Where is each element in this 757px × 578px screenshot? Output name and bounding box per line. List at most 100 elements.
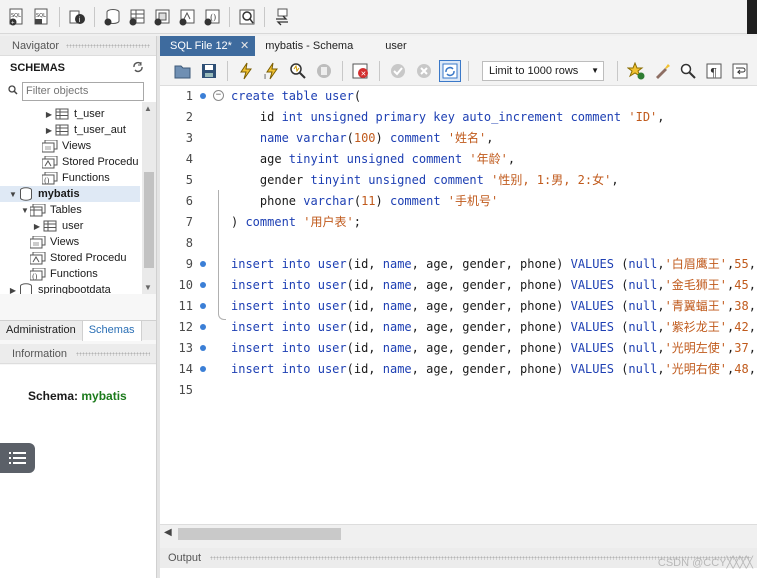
collapse-arrow-icon[interactable]: ▶ bbox=[32, 222, 42, 231]
toolbar-separator bbox=[617, 60, 618, 81]
code-text: create table user( bbox=[231, 89, 362, 103]
expand-arrow-icon[interactable]: ▼ bbox=[20, 206, 30, 215]
code-line[interactable]: 15 bbox=[160, 380, 757, 401]
refresh-schemas-icon[interactable] bbox=[132, 61, 144, 76]
tree-item[interactable]: ▶ springbootdata bbox=[0, 282, 111, 294]
autocommit-icon[interactable] bbox=[439, 59, 461, 82]
inspector-icon[interactable]: i bbox=[66, 6, 88, 28]
tree-item[interactable]: ▶ t_user_aut bbox=[0, 122, 126, 138]
scroll-thumb[interactable] bbox=[144, 172, 154, 268]
window-edge bbox=[747, 0, 757, 34]
panel-grip[interactable] bbox=[76, 352, 150, 356]
tab-administration[interactable]: Administration bbox=[0, 321, 82, 341]
code-line[interactable]: 1 − create table user( bbox=[160, 86, 757, 107]
find-icon[interactable] bbox=[677, 60, 699, 82]
chevron-down-icon: ▼ bbox=[591, 65, 599, 75]
tree-item[interactable]: ▶ t_user bbox=[0, 106, 105, 122]
open-sql-file-icon[interactable]: SQL bbox=[31, 6, 53, 28]
floating-menu-button[interactable] bbox=[0, 443, 35, 473]
panel-grip[interactable] bbox=[66, 44, 150, 48]
tree-item[interactable]: () Functions bbox=[0, 170, 110, 186]
svg-text:(): () bbox=[32, 273, 38, 281]
close-tab-icon[interactable]: ✕ bbox=[240, 36, 249, 56]
tree-item[interactable]: Views bbox=[0, 234, 79, 250]
beautify-icon[interactable] bbox=[651, 60, 673, 82]
tree-item[interactable]: ▼ mybatis bbox=[0, 186, 140, 202]
execute-icon[interactable] bbox=[235, 60, 257, 82]
database-icon bbox=[18, 283, 34, 294]
editor-tab-bar: SQL File 12* ✕ mybatis - Schema user bbox=[160, 36, 757, 56]
code-text: ) comment '用户表'; bbox=[231, 215, 361, 229]
code-line[interactable]: 10 insert into user(id, name, age, gender… bbox=[160, 275, 757, 296]
tab-schema[interactable]: mybatis - Schema bbox=[255, 36, 364, 56]
navigator-title: Navigator bbox=[12, 40, 60, 52]
explain-icon[interactable] bbox=[287, 60, 309, 82]
filter-objects-input[interactable] bbox=[22, 81, 144, 101]
execute-current-icon[interactable]: I bbox=[261, 60, 283, 82]
collapse-arrow-icon[interactable]: ▶ bbox=[44, 110, 54, 119]
statement-marker-icon bbox=[200, 93, 206, 99]
collapse-arrow-icon[interactable]: ▶ bbox=[8, 286, 18, 295]
create-schema-icon[interactable] bbox=[101, 6, 123, 28]
tree-item[interactable]: ▼ Tables bbox=[0, 202, 82, 218]
expand-arrow-icon[interactable]: ▼ bbox=[8, 190, 18, 199]
code-line[interactable]: 2 id int unsigned primary key auto_incre… bbox=[160, 107, 757, 128]
editor-horizontal-scrollbar[interactable]: ◀ bbox=[160, 524, 757, 542]
reconnect-icon[interactable] bbox=[271, 6, 293, 28]
invisible-chars-icon[interactable]: ¶ bbox=[703, 60, 725, 82]
search-table-data-icon[interactable] bbox=[236, 6, 258, 28]
navigator-panel: Navigator SCHEMAS ▲ ▼ ▶ t_user ▶ t_user_aut… bbox=[0, 36, 156, 578]
code-line[interactable]: 6 phone varchar(11) comment '手机号' bbox=[160, 191, 757, 212]
open-file-icon[interactable] bbox=[172, 60, 194, 82]
save-icon[interactable] bbox=[198, 60, 220, 82]
rollback-icon[interactable] bbox=[413, 60, 435, 82]
main-toolbar: SQL + SQL i () bbox=[0, 0, 757, 34]
code-text: phone varchar(11) comment '手机号' bbox=[231, 194, 499, 208]
code-line[interactable]: 7) comment '用户表'; bbox=[160, 212, 757, 233]
code-line[interactable]: 8 bbox=[160, 233, 757, 254]
statement-marker-icon bbox=[200, 303, 206, 309]
toggle-error-icon[interactable]: ✕ bbox=[350, 60, 372, 82]
code-text: insert into user(id, name, age, gender, … bbox=[231, 299, 757, 313]
tree-item[interactable]: Stored Procedu bbox=[0, 250, 126, 266]
create-table-icon[interactable] bbox=[126, 6, 148, 28]
line-number: 8 bbox=[185, 236, 193, 250]
line-number: 11 bbox=[178, 299, 193, 313]
tab-sql-file[interactable]: SQL File 12* ✕ bbox=[160, 36, 256, 56]
create-view-icon[interactable] bbox=[151, 6, 173, 28]
code-line[interactable]: 9 insert into user(id, name, age, gender,… bbox=[160, 254, 757, 275]
tree-item[interactable]: Stored Procedu bbox=[0, 154, 138, 170]
code-line[interactable]: 11 insert into user(id, name, age, gender… bbox=[160, 296, 757, 317]
tree-scrollbar[interactable]: ▲ ▼ bbox=[142, 102, 156, 294]
wrap-lines-icon[interactable] bbox=[729, 60, 751, 82]
create-procedure-icon[interactable] bbox=[176, 6, 198, 28]
scroll-up-arrow-icon[interactable]: ▲ bbox=[144, 104, 152, 113]
tree-item[interactable]: ▶ user bbox=[0, 218, 83, 234]
code-line[interactable]: 12 insert into user(id, name, age, gender… bbox=[160, 317, 757, 338]
code-line[interactable]: 14 insert into user(id, name, age, gender… bbox=[160, 359, 757, 380]
tab-user-table[interactable]: user bbox=[363, 36, 429, 56]
fold-toggle-icon[interactable]: − bbox=[213, 90, 224, 101]
commit-icon[interactable] bbox=[387, 60, 409, 82]
collapse-arrow-icon[interactable]: ▶ bbox=[44, 126, 54, 135]
create-function-icon[interactable]: () bbox=[201, 6, 223, 28]
tree-item-label: Views bbox=[50, 236, 80, 248]
new-sql-tab-icon[interactable]: SQL + bbox=[6, 6, 28, 28]
scroll-thumb[interactable] bbox=[178, 528, 341, 540]
add-snippet-icon[interactable] bbox=[625, 60, 647, 82]
tree-item[interactable]: () Functions bbox=[0, 266, 98, 282]
tree-item-label: user bbox=[62, 220, 84, 232]
scroll-left-arrow-icon[interactable]: ◀ bbox=[164, 527, 172, 538]
code-text: insert into user(id, name, age, gender, … bbox=[231, 320, 757, 334]
limit-rows-select[interactable]: Limit to 1000 rows ▼ bbox=[482, 60, 604, 81]
tab-schemas[interactable]: Schemas bbox=[81, 321, 142, 341]
code-line[interactable]: 3 name varchar(100) comment '姓名', bbox=[160, 128, 757, 149]
tree-item[interactable]: Views bbox=[0, 138, 91, 154]
scroll-down-arrow-icon[interactable]: ▼ bbox=[144, 283, 152, 292]
stop-icon[interactable] bbox=[313, 60, 335, 82]
code-line[interactable]: 4 age tinyint unsigned comment '年龄', bbox=[160, 149, 757, 170]
toolbar-separator bbox=[264, 6, 265, 27]
code-line[interactable]: 13 insert into user(id, name, age, gender… bbox=[160, 338, 757, 359]
code-line[interactable]: 5 gender tinyint unsigned comment '性别, 1… bbox=[160, 170, 757, 191]
sql-editor[interactable]: 1 − create table user(2 id int unsigned pr… bbox=[160, 86, 757, 524]
